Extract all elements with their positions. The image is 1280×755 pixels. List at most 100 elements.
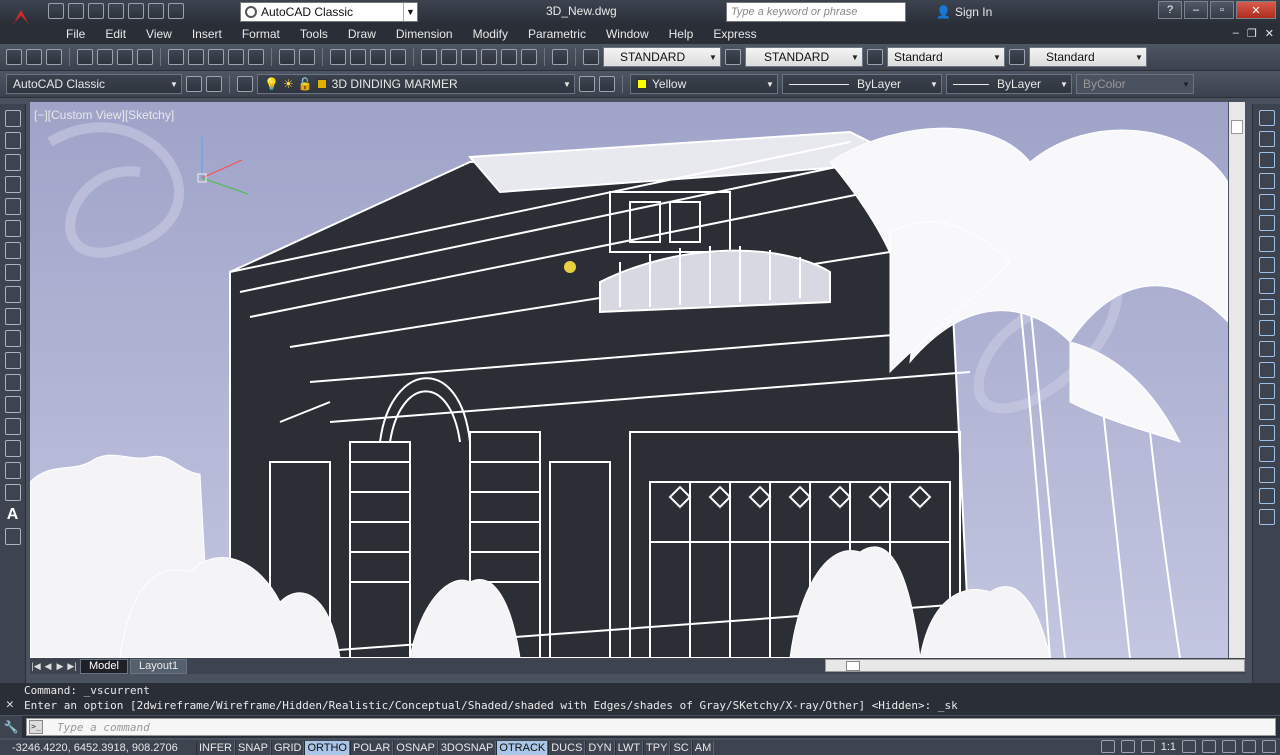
menu-express[interactable]: Express xyxy=(703,27,766,41)
status-toggle-3dosnap[interactable]: 3DOSNAP xyxy=(437,740,497,755)
minimize-button[interactable]: – xyxy=(1184,1,1208,19)
tab-model[interactable]: Model xyxy=(80,658,128,674)
3d-dwf-icon[interactable] xyxy=(137,49,153,65)
lineweight-select[interactable]: ByLayer ▼ xyxy=(946,74,1072,94)
design-center-icon[interactable] xyxy=(441,49,457,65)
rectangle-icon[interactable] xyxy=(4,198,21,215)
sheet-set-icon[interactable] xyxy=(481,49,497,65)
viewport-controls-label[interactable]: [−][Custom View][Sketchy] xyxy=(34,108,174,122)
first-tab-icon[interactable]: |◀ xyxy=(30,659,42,673)
redo-icon[interactable] xyxy=(299,49,315,65)
horizontal-scrollbar[interactable] xyxy=(825,659,1245,672)
command-prompt-icon[interactable]: >_ xyxy=(29,720,43,734)
status-toggle-am[interactable]: AM xyxy=(691,740,715,755)
tool-palettes-icon[interactable] xyxy=(461,49,477,65)
arc-icon[interactable] xyxy=(4,220,21,237)
cut-icon[interactable] xyxy=(168,49,184,65)
extend-icon[interactable] xyxy=(1258,320,1275,336)
status-toggle-lwt[interactable]: LWT xyxy=(614,740,644,755)
layer-properties-icon[interactable] xyxy=(237,76,253,92)
explode-icon[interactable] xyxy=(1258,467,1275,483)
zoom-window-icon[interactable] xyxy=(370,49,386,65)
plot-icon[interactable] xyxy=(128,3,144,19)
horizontal-scroll-thumb[interactable] xyxy=(846,661,860,671)
block-editor-icon[interactable] xyxy=(248,49,264,65)
redo-icon[interactable] xyxy=(168,3,184,19)
menu-window[interactable]: Window xyxy=(596,27,659,41)
blend-curves-icon[interactable] xyxy=(1258,446,1275,462)
coordinate-readout[interactable]: -3246.4220, 6452.3918, 908.2706 xyxy=(0,742,196,754)
next-tab-icon[interactable]: ▶ xyxy=(54,659,66,673)
make-block-icon[interactable] xyxy=(4,374,21,391)
sign-in-button[interactable]: 👤 Sign In xyxy=(936,5,992,19)
menu-parametric[interactable]: Parametric xyxy=(518,27,596,41)
new-icon[interactable] xyxy=(48,3,64,19)
previous-tab-icon[interactable]: ◀ xyxy=(42,659,54,673)
rotate-icon[interactable] xyxy=(1258,236,1275,252)
plot-icon[interactable] xyxy=(77,49,93,65)
menu-insert[interactable]: Insert xyxy=(182,27,232,41)
table-icon[interactable] xyxy=(4,484,21,501)
save-icon[interactable] xyxy=(46,49,62,65)
drawing-viewport[interactable]: [−][Custom View][Sketchy] xyxy=(30,102,1228,658)
menu-view[interactable]: View xyxy=(136,27,182,41)
status-toggle-snap[interactable]: SNAP xyxy=(235,740,271,755)
copy-object-icon[interactable] xyxy=(1258,131,1275,147)
maximize-button[interactable]: ▫ xyxy=(1210,1,1234,19)
workspace-switching-icon[interactable] xyxy=(1182,740,1196,753)
open-icon[interactable] xyxy=(68,3,84,19)
status-toggle-tpy[interactable]: TPY xyxy=(643,740,671,755)
help-icon[interactable] xyxy=(552,49,568,65)
wrench-icon[interactable]: 🔧 xyxy=(0,716,22,738)
close-icon[interactable]: ✕ xyxy=(6,697,14,712)
hatch-icon[interactable] xyxy=(4,418,21,435)
region-icon[interactable] xyxy=(4,462,21,479)
join-icon[interactable] xyxy=(1258,383,1275,399)
paste-icon[interactable] xyxy=(208,49,224,65)
help-button[interactable]: ? xyxy=(1158,1,1182,19)
menu-edit[interactable]: Edit xyxy=(95,27,136,41)
customize-icon[interactable] xyxy=(206,76,222,92)
break-at-point-icon[interactable] xyxy=(1258,341,1275,357)
vertical-scroll-thumb[interactable] xyxy=(1231,120,1243,134)
status-toggle-osnap[interactable]: OSNAP xyxy=(393,740,438,755)
lock-icon[interactable] xyxy=(1202,740,1216,753)
scale-icon[interactable] xyxy=(1258,257,1275,273)
layer-select[interactable]: 💡 ☀ 🔓 3D DINDING MARMER ▼ xyxy=(257,74,575,94)
line-icon[interactable] xyxy=(4,110,21,127)
publish-icon[interactable] xyxy=(117,49,133,65)
close-button[interactable]: ✕ xyxy=(1236,1,1276,19)
array-icon[interactable] xyxy=(1258,194,1275,210)
status-toggle-polar[interactable]: POLAR xyxy=(350,740,394,755)
open-icon[interactable] xyxy=(26,49,42,65)
multileader-style-select[interactable]: Standard ▼ xyxy=(1029,47,1147,67)
insert-block-icon[interactable] xyxy=(4,352,21,369)
trim-icon[interactable] xyxy=(1258,299,1275,315)
construction-line-icon[interactable] xyxy=(4,132,21,149)
isolate-objects-icon[interactable] xyxy=(1222,740,1236,753)
menu-dimension[interactable]: Dimension xyxy=(386,27,463,41)
plot-preview-icon[interactable] xyxy=(97,49,113,65)
status-toggle-ducs[interactable]: DUCS xyxy=(548,740,586,755)
layer-previous-icon[interactable] xyxy=(599,76,615,92)
undo-icon[interactable] xyxy=(148,3,164,19)
markup-icon[interactable] xyxy=(501,49,517,65)
menu-format[interactable]: Format xyxy=(232,27,290,41)
status-toggle-otrack[interactable]: OTRACK xyxy=(496,740,549,755)
properties-icon[interactable] xyxy=(421,49,437,65)
fillet-icon[interactable] xyxy=(1258,425,1275,441)
copy-icon[interactable] xyxy=(188,49,204,65)
doc-minimize-button[interactable]: – xyxy=(1233,27,1239,40)
measure-icon[interactable] xyxy=(1258,509,1275,525)
polyline-icon[interactable] xyxy=(4,154,21,171)
break-icon[interactable] xyxy=(1258,362,1275,378)
spline-icon[interactable] xyxy=(4,286,21,303)
table-style-select[interactable]: Standard ▼ xyxy=(887,47,1005,67)
stretch-icon[interactable] xyxy=(1258,278,1275,294)
annotation-visibility-icon[interactable] xyxy=(1140,740,1155,753)
doc-restore-button[interactable]: ❐ xyxy=(1247,27,1257,40)
menu-tools[interactable]: Tools xyxy=(290,27,338,41)
color-select[interactable]: Yellow ▼ xyxy=(630,74,778,94)
status-toggle-grid[interactable]: GRID xyxy=(270,740,305,755)
point-icon[interactable] xyxy=(4,396,21,413)
